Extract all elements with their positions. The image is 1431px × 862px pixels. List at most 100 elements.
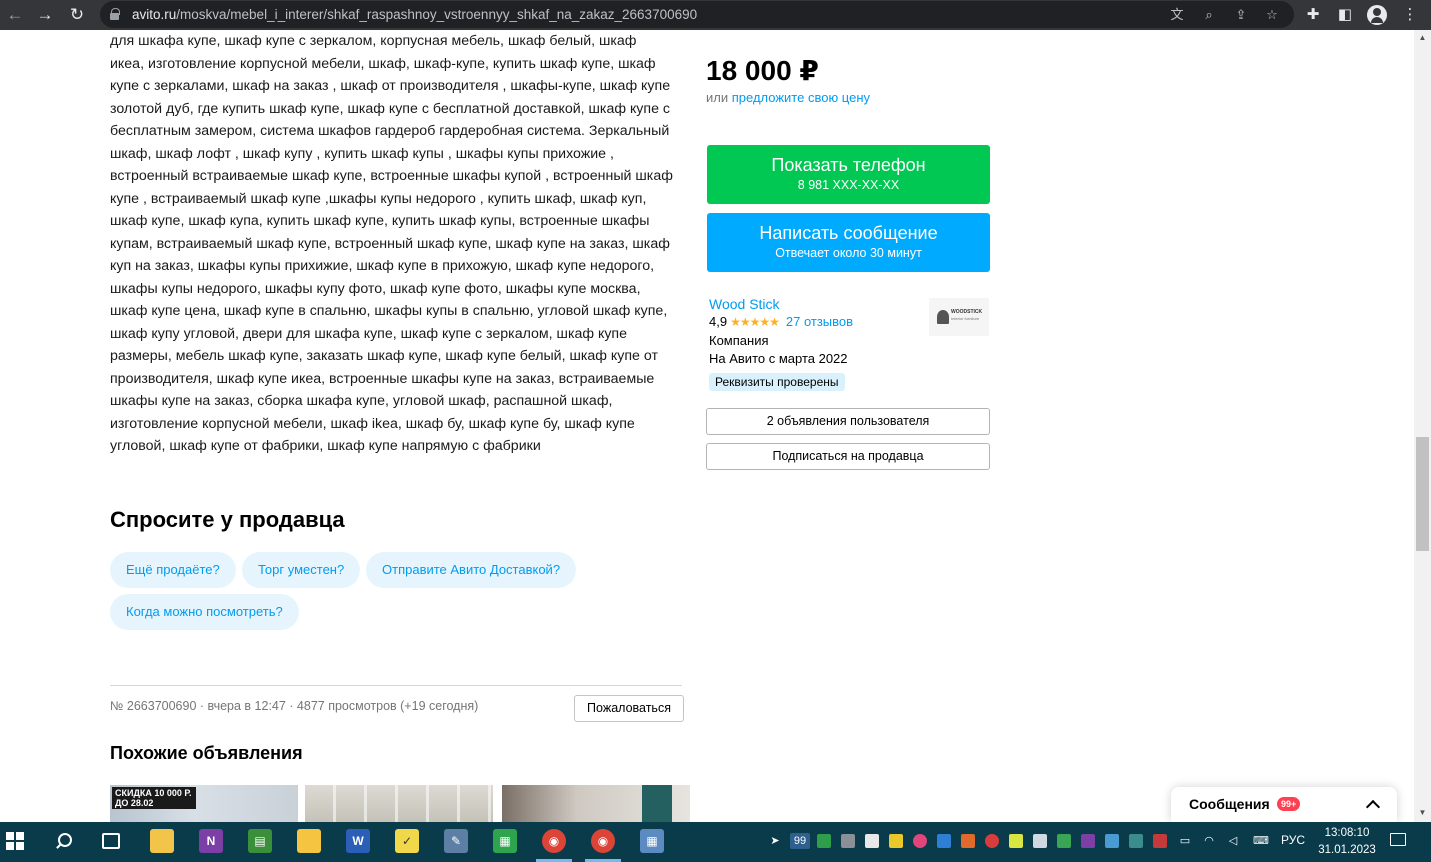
- extensions-icon[interactable]: ✚: [1303, 5, 1323, 25]
- description-line: изготовление корпусной мебели, шкаф ikea…: [110, 415, 635, 432]
- description-line: для шкафа купе, шкаф купе с зеркалом, ко…: [110, 33, 637, 49]
- phone-masked: 8 981 XXX-XX-XX: [797, 178, 900, 192]
- maps-icon[interactable]: [1057, 834, 1071, 848]
- description-line: производителя, шкаф купе икеа, встроенны…: [110, 370, 655, 387]
- battery-icon[interactable]: ▭: [1176, 833, 1194, 849]
- image-editor-icon[interactable]: [1129, 834, 1143, 848]
- scroll-down-icon[interactable]: ▼: [1414, 806, 1431, 820]
- keyboard-icon[interactable]: ⌨: [1250, 833, 1272, 849]
- description-line: бесплатным замером, система шкафов гарде…: [110, 123, 670, 139]
- scrollbar-thumb[interactable]: [1416, 437, 1429, 551]
- folder-icon[interactable]: [297, 829, 321, 853]
- messages-badge: 99+: [1277, 797, 1301, 811]
- chrome-profile-icon[interactable]: ◉: [591, 829, 615, 853]
- record-icon[interactable]: [985, 834, 999, 848]
- reviews-link[interactable]: 27 отзывов: [786, 314, 853, 329]
- search-icon[interactable]: [54, 832, 72, 850]
- sidebar-icon[interactable]: ◧: [1335, 5, 1355, 25]
- similar-ad-image[interactable]: [305, 785, 493, 822]
- chip-bargain[interactable]: Торг уместен?: [242, 552, 361, 588]
- system-clock[interactable]: 13:08:10 31.01.2023: [1314, 825, 1380, 859]
- screen-recorder-icon[interactable]: [913, 834, 927, 848]
- sheets-icon[interactable]: ▦: [493, 829, 517, 853]
- seller-listings-button[interactable]: 2 объявления пользователя: [706, 408, 990, 435]
- windows-start-icon[interactable]: [6, 832, 24, 850]
- notes-icon[interactable]: [889, 834, 903, 848]
- offer-price-link[interactable]: предложите свою цену: [732, 90, 870, 105]
- scroll-up-icon[interactable]: ▲: [1414, 31, 1431, 45]
- sticky-icon[interactable]: [1009, 834, 1023, 848]
- document-icon[interactable]: [865, 834, 879, 848]
- subscribe-seller-button[interactable]: Подписаться на продавца: [706, 443, 990, 470]
- similar-ads-title: Похожие объявления: [110, 743, 303, 763]
- seller-logo[interactable]: WOODSTICK Interior furniture: [929, 298, 989, 336]
- url-text[interactable]: avito.ru/moskva/mebel_i_interer/shkaf_ra…: [132, 7, 697, 22]
- volume-icon[interactable]: ◁: [1224, 833, 1242, 849]
- shield-icon[interactable]: [817, 834, 831, 848]
- description-line: купе с зеркалами, шкаф на заказ , шкаф о…: [110, 78, 671, 94]
- word-icon[interactable]: W: [346, 829, 370, 853]
- chip-still-selling[interactable]: Ещё продаёте?: [110, 552, 236, 588]
- description-line: шкаф купу угловой, двери для шкафа купе,…: [110, 325, 628, 342]
- reload-icon[interactable]: ↻: [66, 4, 88, 26]
- notifications-icon[interactable]: [1390, 833, 1406, 846]
- ask-seller-title: Спросите у продавца: [110, 507, 345, 532]
- description-line: встроенный встраиваемые шкаф купе, встро…: [110, 168, 673, 184]
- star-icon[interactable]: ☆: [1263, 6, 1281, 24]
- chevron-up-icon[interactable]: [1363, 796, 1381, 814]
- description-line: купе , встраиваемый шкаф купе ,шкафы куп…: [110, 190, 647, 207]
- description-line: купам, встраиваемый шкаф купе, встроенны…: [110, 235, 670, 252]
- seller-name-link[interactable]: Wood Stick: [709, 296, 780, 312]
- capture-icon[interactable]: [937, 834, 951, 848]
- wardrobe-doors: [305, 785, 493, 822]
- network-tool-icon[interactable]: [1153, 834, 1167, 848]
- description-line: шкафы купе на заказ, сборка шкафа купе, …: [110, 393, 613, 409]
- tree-icon: [937, 310, 949, 324]
- lock-icon[interactable]: [110, 8, 120, 20]
- task-view-icon[interactable]: [102, 833, 120, 849]
- chrome-icon[interactable]: ◉: [542, 829, 566, 853]
- chip-avito-delivery[interactable]: Отправите Авито Доставкой?: [366, 552, 577, 588]
- share-icon[interactable]: ⇪: [1232, 6, 1250, 24]
- monitor-icon[interactable]: [841, 834, 855, 848]
- back-arrow-icon[interactable]: ←: [4, 4, 26, 26]
- language-indicator[interactable]: РУС: [1281, 833, 1305, 847]
- show-phone-button[interactable]: Показать телефон 8 981 XXX-XX-XX: [707, 145, 990, 204]
- wifi-icon[interactable]: ◠: [1200, 833, 1218, 849]
- complain-button[interactable]: Пожаловаться: [574, 695, 684, 722]
- write-message-button[interactable]: Написать сообщение Отвечает около 30 мин…: [707, 213, 990, 272]
- description-line: угловой, шкаф купе от фабрики, шкаф купе…: [110, 438, 541, 454]
- chip-when-to-view[interactable]: Когда можно посмотреть?: [110, 594, 299, 630]
- response-time: Отвечает около 30 минут: [775, 246, 922, 260]
- app-tray-icon[interactable]: [961, 834, 975, 848]
- forward-arrow-icon[interactable]: →: [34, 4, 56, 26]
- url-path: /moskva/mebel_i_interer/shkaf_raspashnoy…: [176, 7, 698, 22]
- messages-widget[interactable]: Сообщения 99+: [1171, 787, 1397, 822]
- tray-counter[interactable]: 99: [790, 833, 810, 849]
- sticky-notes-icon[interactable]: ✓: [395, 829, 419, 853]
- telegram-icon[interactable]: ➤: [766, 833, 784, 849]
- window-icon[interactable]: [1033, 834, 1047, 848]
- menu-icon[interactable]: ⋮: [1400, 5, 1420, 25]
- translate-icon[interactable]: 文: [1168, 6, 1186, 24]
- zoom-icon[interactable]: ⌕: [1200, 6, 1218, 24]
- rating-stars-icon: ★★★★★: [730, 315, 780, 329]
- seller-type: Компания: [709, 333, 769, 348]
- file-explorer-icon[interactable]: [150, 829, 174, 853]
- profile-icon[interactable]: [1367, 5, 1387, 25]
- scrollbar[interactable]: [1414, 30, 1431, 822]
- onenote-tray-icon[interactable]: [1081, 834, 1095, 848]
- price: 18 000 ₽: [706, 55, 819, 86]
- discount-badge-line: СКИДКА 10 000 Р.: [115, 788, 192, 798]
- description-line: шкафы купы недорого, шкафы купу фото, шк…: [110, 280, 641, 297]
- paint-icon[interactable]: ✎: [444, 829, 468, 853]
- description-line: куп на заказ, шкафы купы прихижие, шкаф …: [110, 258, 655, 274]
- spreadsheet-editor-icon[interactable]: ▤: [248, 829, 272, 853]
- description-line: икеа, изготовление корпусной мебели, шка…: [110, 55, 656, 72]
- onenote-icon[interactable]: N: [199, 829, 223, 853]
- calculator-icon[interactable]: ▦: [640, 829, 664, 853]
- seller-since: На Авито с марта 2022: [709, 351, 848, 366]
- tools-icon[interactable]: [1105, 834, 1119, 848]
- similar-ad-image[interactable]: [502, 785, 690, 822]
- logo-wordmark: WOODSTICK: [951, 309, 983, 315]
